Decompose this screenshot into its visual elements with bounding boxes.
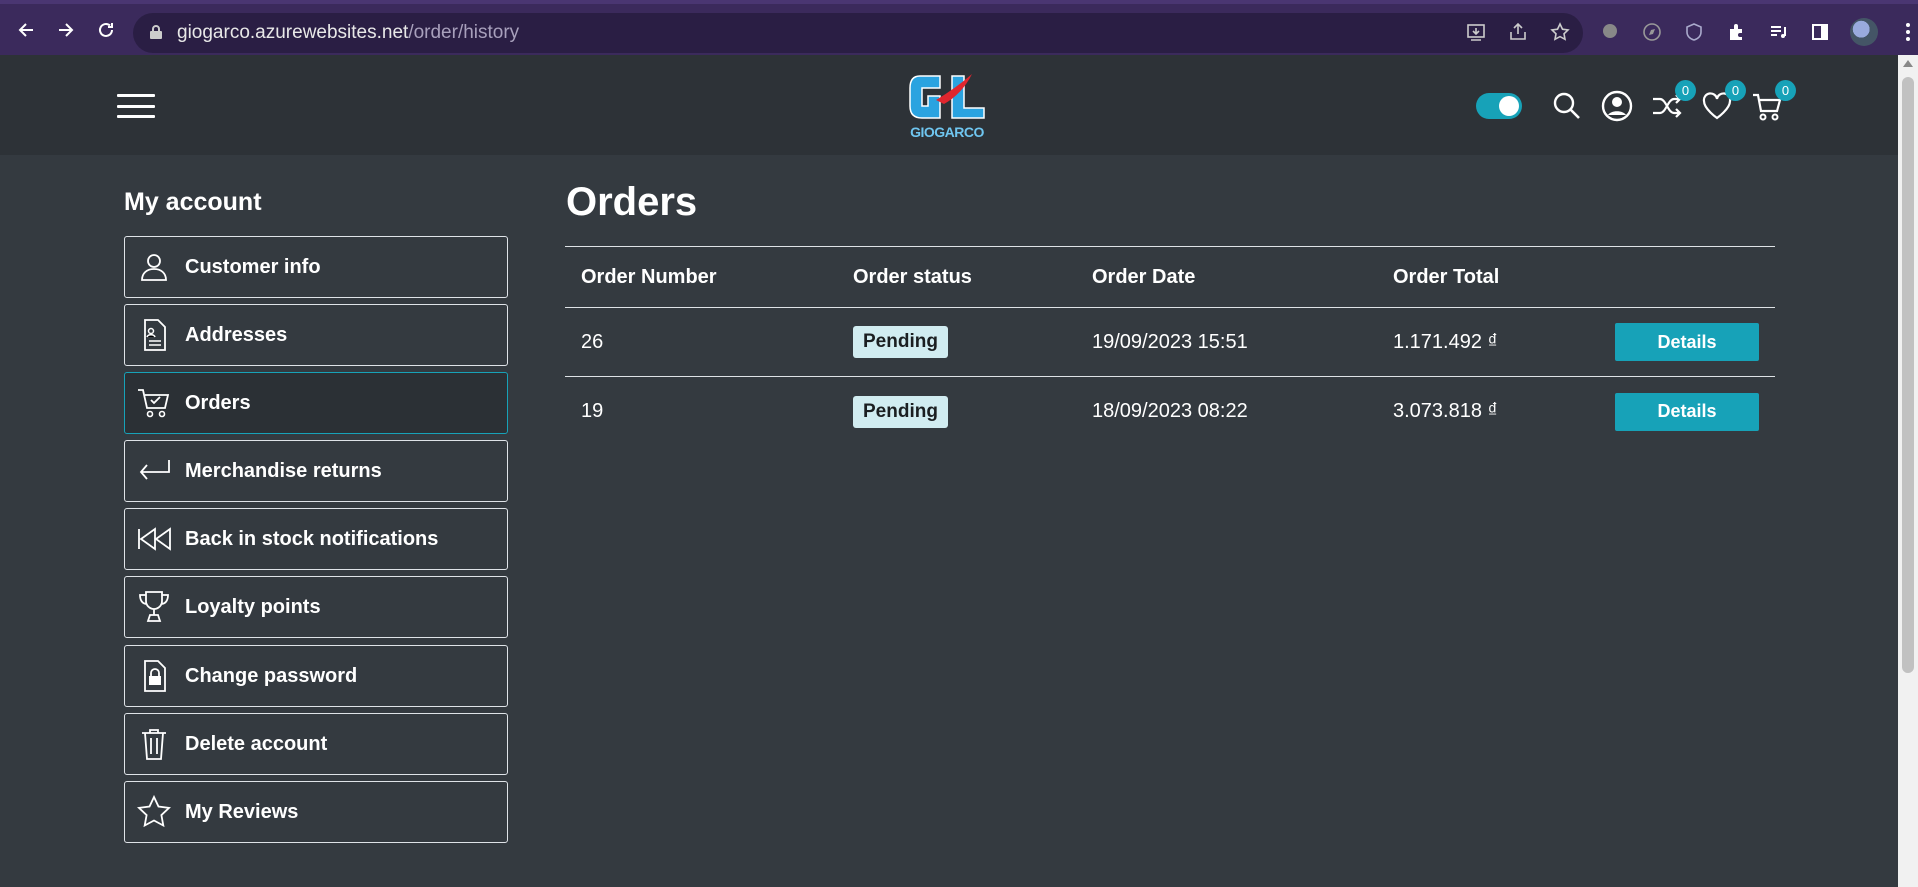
wishlist-count-badge: 0 — [1725, 80, 1746, 101]
lock-document-icon — [144, 660, 166, 692]
address-document-icon — [144, 319, 166, 351]
status-badge: Pending — [853, 326, 948, 358]
profile-avatar[interactable] — [1850, 18, 1878, 46]
address-bar[interactable]: giogarco.azurewebsites.net/order/history — [133, 13, 1583, 53]
order-total: 1.171.492 ₫ — [1393, 330, 1498, 353]
lock-icon — [149, 24, 163, 46]
column-header: Order Number — [581, 265, 717, 288]
sidebar-item-label: Back in stock notifications — [185, 527, 439, 550]
star-icon — [137, 795, 171, 828]
media-playlist-icon[interactable] — [1766, 20, 1790, 44]
sidebar-item-my-reviews[interactable]: My Reviews — [124, 781, 508, 843]
site-logo[interactable]: GIOGARCO — [906, 70, 988, 142]
cart-icon[interactable]: 0 — [1750, 80, 1796, 123]
order-total: 3.073.818 ₫ — [1393, 400, 1498, 422]
extension-shield-icon[interactable] — [1682, 20, 1706, 44]
scrollbar-thumb[interactable] — [1902, 77, 1914, 673]
logo-text: GIOGARCO — [910, 124, 984, 140]
sidebar-item-label: Delete account — [185, 732, 328, 755]
site-header: GIOGARCO 0 0 0 — [0, 55, 1898, 155]
extension-compass-icon[interactable] — [1640, 20, 1664, 44]
sidebar-item-label: Orders — [185, 391, 251, 414]
sidebar-item-orders[interactable]: Orders — [124, 372, 508, 434]
share-icon[interactable] — [1507, 21, 1529, 49]
order-date: 18/09/2023 08:22 — [1092, 400, 1248, 422]
sidebar-item-loyalty-points[interactable]: Loyalty points — [124, 576, 508, 638]
rewind-icon — [138, 527, 171, 551]
trophy-icon — [139, 591, 169, 622]
sidebar-item-change-password[interactable]: Change password — [124, 645, 508, 707]
sidebar-item-label: Customer info — [185, 255, 321, 278]
orders-table: Order Number Order status Order Date Ord… — [565, 246, 1775, 446]
return-arrow-icon — [139, 460, 170, 480]
order-date: 19/09/2023 15:51 — [1092, 330, 1248, 353]
status-badge: Pending — [853, 395, 948, 428]
order-number: 26 — [581, 330, 604, 353]
sidebar-item-label: My Reviews — [185, 800, 299, 823]
sidebar-item-customer-info[interactable]: Customer info — [124, 236, 508, 298]
sidebar-item-label: Merchandise returns — [185, 459, 382, 482]
column-header: Order status — [853, 265, 972, 288]
back-icon[interactable] — [14, 18, 38, 42]
url-host: giogarco.azurewebsites.net — [177, 22, 409, 43]
details-button[interactable]: Details — [1615, 323, 1759, 361]
install-icon[interactable] — [1465, 21, 1487, 49]
sidebar-item-merchandise-returns[interactable]: Merchandise returns — [124, 440, 508, 502]
page-scrollbar[interactable] — [1898, 55, 1918, 887]
table-row: 19 Pending 18/09/2023 08:22 3.073.818 ₫ … — [565, 377, 1775, 446]
extensions-puzzle-icon[interactable] — [1724, 20, 1748, 44]
sidebar-item-label: Addresses — [185, 323, 288, 346]
sidebar-item-delete-account[interactable]: Delete account — [124, 713, 508, 775]
sidebar-title: My account — [124, 188, 262, 216]
compare-count-badge: 0 — [1675, 80, 1696, 101]
sidebar-item-back-in-stock[interactable]: Back in stock notifications — [124, 508, 508, 570]
user-icon — [141, 254, 167, 281]
search-icon[interactable] — [1550, 89, 1584, 123]
reload-icon[interactable] — [94, 18, 118, 42]
details-button[interactable]: Details — [1615, 392, 1759, 431]
dark-mode-toggle[interactable] — [1476, 93, 1522, 119]
hamburger-menu-icon[interactable] — [117, 94, 155, 118]
column-header: Order Total — [1393, 265, 1500, 288]
side-panel-icon[interactable] — [1808, 20, 1832, 44]
compare-shuffle-icon[interactable]: 0 — [1650, 80, 1696, 123]
browser-toolbar: giogarco.azurewebsites.net/order/history — [0, 0, 1918, 55]
extension-chat-icon[interactable] — [1598, 20, 1622, 44]
sidebar-item-addresses[interactable]: Addresses — [124, 304, 508, 366]
cart-count-badge: 0 — [1775, 80, 1796, 101]
account-icon[interactable] — [1600, 89, 1634, 123]
bookmark-star-icon[interactable] — [1549, 21, 1571, 49]
cart-check-icon — [138, 389, 170, 418]
browser-menu-icon[interactable] — [1896, 20, 1918, 44]
table-row: 26 Pending 19/09/2023 15:51 1.171.492 ₫ … — [565, 308, 1775, 377]
url-path: /order/history — [408, 22, 520, 43]
sidebar-item-label: Change password — [185, 664, 358, 687]
wishlist-heart-icon[interactable]: 0 — [1700, 80, 1746, 123]
trash-icon — [142, 729, 166, 760]
page-title: Orders — [566, 180, 698, 224]
forward-icon[interactable] — [54, 18, 78, 42]
table-header: Order Number Order status Order Date Ord… — [565, 246, 1775, 308]
column-header: Order Date — [1092, 265, 1196, 288]
order-number: 19 — [581, 400, 604, 422]
sidebar-item-label: Loyalty points — [185, 595, 321, 618]
